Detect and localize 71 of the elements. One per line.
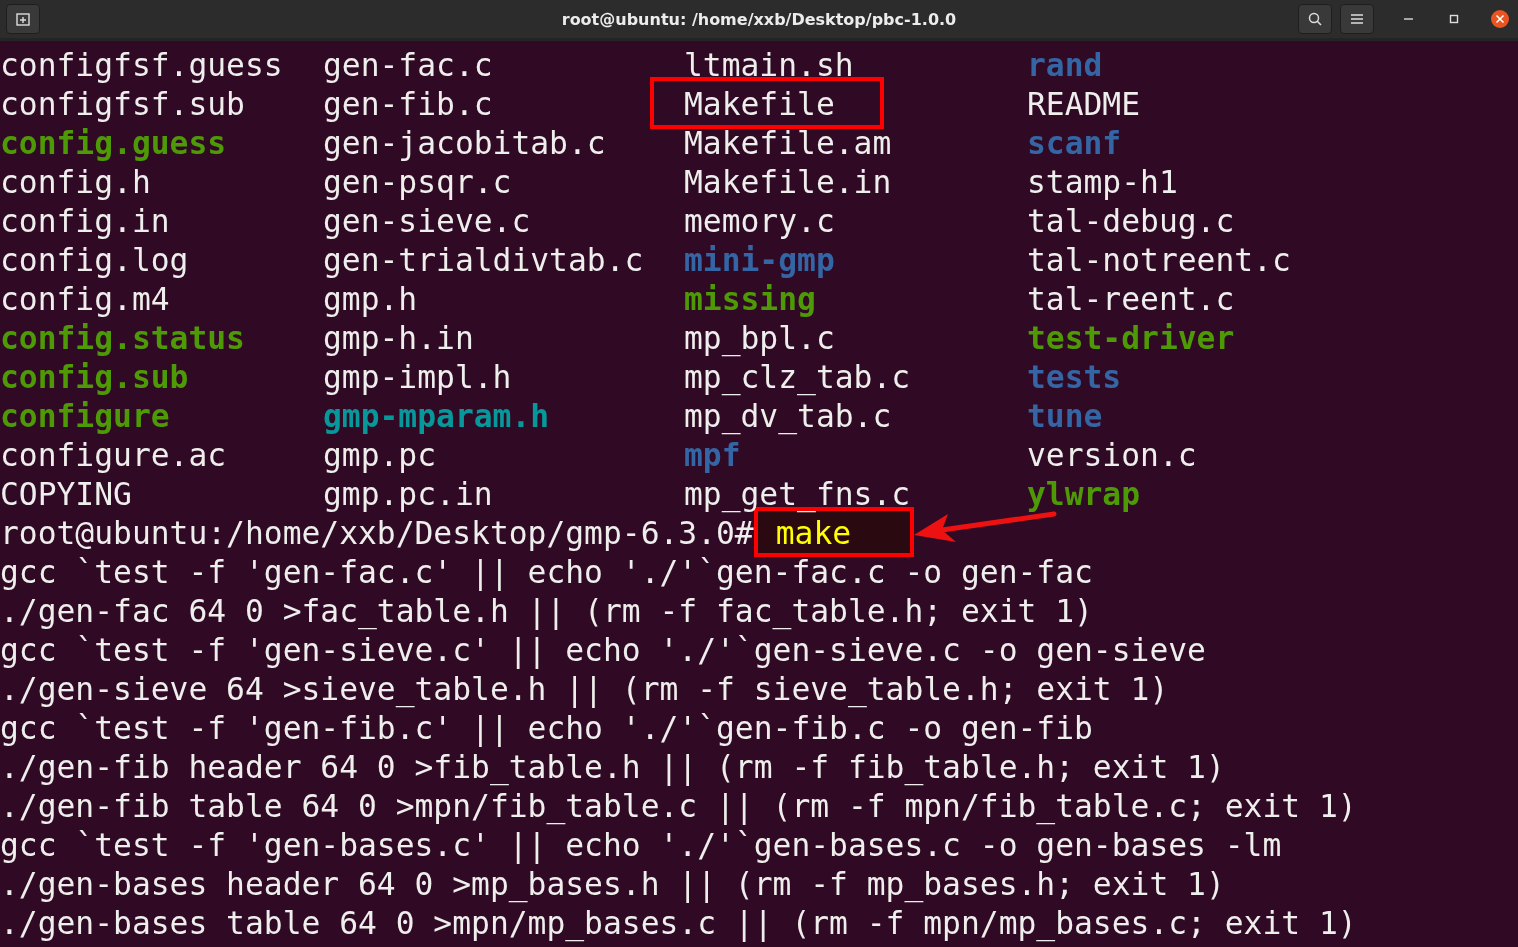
output-line: gcc `test -f 'gen-sieve.c' || echo './'`gen-sieve.c -o gen-sieve: [0, 631, 1206, 670]
output-line: ./gen-fib header 64 0 >fib_table.h || (rm -f fib_table.h; exit 1): [0, 748, 1225, 787]
file-name: gen-psqr.c: [323, 164, 512, 200]
executable-name: config.status: [0, 320, 245, 356]
output-line: gcc `test -f 'gen-fac.c' || echo './'`gen-fac.c -o gen-fac: [0, 553, 1093, 592]
executable-name: ylwrap: [1027, 476, 1141, 512]
file-name: stamp-h1: [1027, 164, 1178, 200]
file-name: gmp.pc.in: [323, 476, 493, 512]
output-line: ./gen-bases table 64 0 >mpn/mp_bases.c || (rm -f mpn/mp_bases.c; exit 1): [0, 904, 1357, 943]
file-name: config.log: [0, 242, 189, 278]
file-name: configfsf.guess: [0, 47, 283, 83]
executable-name: configure: [0, 398, 170, 434]
file-name: gen-fib.c: [323, 86, 493, 122]
minimize-icon: [1403, 18, 1413, 20]
menu-icon: [1350, 13, 1364, 25]
search-button[interactable]: [1298, 4, 1332, 34]
executable-name: missing: [684, 281, 816, 317]
file-name: README: [1027, 86, 1141, 122]
file-name: Makefile: [684, 86, 835, 122]
file-name: config.in: [0, 203, 170, 239]
file-name: gen-jacobitab.c: [323, 125, 606, 161]
output-line: ./gen-fib table 64 0 >mpn/fib_table.c || (rm -f mpn/fib_table.c; exit 1): [0, 787, 1357, 826]
menu-button[interactable]: [1340, 4, 1374, 34]
file-name: version.c: [1027, 437, 1197, 473]
file-name: mp_bpl.c: [684, 320, 835, 356]
file-name: mp_dv_tab.c: [684, 398, 892, 434]
command-text: make: [774, 515, 852, 551]
file-name: Makefile.am: [684, 125, 892, 161]
file-name: config.m4: [0, 281, 170, 317]
directory-name: rand: [1027, 47, 1103, 83]
symlink-name: gmp-mparam.h: [323, 398, 550, 434]
file-name: gmp.h: [323, 281, 418, 317]
file-name: tal-notreent.c: [1027, 242, 1291, 278]
directory-name: mpf: [684, 437, 741, 473]
directory-name: mini-gmp: [684, 242, 835, 278]
output-line: gcc `test -f 'gen-fib.c' || echo './'`gen-fib.c -o gen-fib: [0, 709, 1093, 748]
executable-name: config.sub: [0, 359, 189, 395]
file-name: gmp-impl.h: [323, 359, 512, 395]
search-icon: [1307, 11, 1323, 27]
file-name: gen-sieve.c: [323, 203, 531, 239]
directory-name: scanf: [1027, 125, 1122, 161]
window-title: root@ubuntu: /home/xxb/Desktop/pbc-1.0.0: [561, 9, 957, 29]
output-line: ./gen-fac 64 0 >fac_table.h || (rm -f fac_table.h; exit 1): [0, 592, 1093, 631]
output-line: ./gen-sieve 64 >sieve_table.h || (rm -f sieve_table.h; exit 1): [0, 670, 1169, 709]
file-name: tal-debug.c: [1027, 203, 1235, 239]
file-name: ltmain.sh: [684, 47, 854, 83]
file-name: Makefile.in: [684, 164, 892, 200]
file-name: tal-reent.c: [1027, 281, 1235, 317]
new-tab-button[interactable]: [6, 4, 40, 34]
directory-name: tests: [1027, 359, 1122, 395]
file-name: configfsf.sub: [0, 86, 245, 122]
file-name: gen-trialdivtab.c: [323, 242, 644, 278]
maximize-icon: [1449, 14, 1459, 24]
file-name: configure.ac: [0, 437, 227, 473]
executable-name: test-driver: [1027, 320, 1235, 356]
file-name: gmp-h.in: [323, 320, 474, 356]
close-icon: [1490, 9, 1510, 29]
output-line: ./gen-bases header 64 0 >mp_bases.h || (rm -f mp_bases.h; exit 1): [0, 865, 1225, 904]
file-name: config.h: [0, 164, 151, 200]
output-line: gcc `test -f 'gen-bases.c' || echo './'`gen-bases.c -o gen-bases -lm: [0, 826, 1282, 865]
shell-prompt: root@ubuntu:/home/xxb/Desktop/gmp-6.3.0#: [0, 514, 754, 553]
executable-name: config.guess: [0, 125, 227, 161]
file-name: memory.c: [684, 203, 835, 239]
file-name: mp_get_fns.c: [684, 476, 911, 512]
new-tab-icon: [15, 11, 31, 27]
file-name: gmp.pc: [323, 437, 437, 473]
file-name: mp_clz_tab.c: [684, 359, 911, 395]
file-name: COPYING: [0, 476, 132, 512]
close-button[interactable]: [1488, 7, 1512, 31]
directory-name: tune: [1027, 398, 1103, 434]
file-name: gen-fac.c: [323, 47, 493, 83]
